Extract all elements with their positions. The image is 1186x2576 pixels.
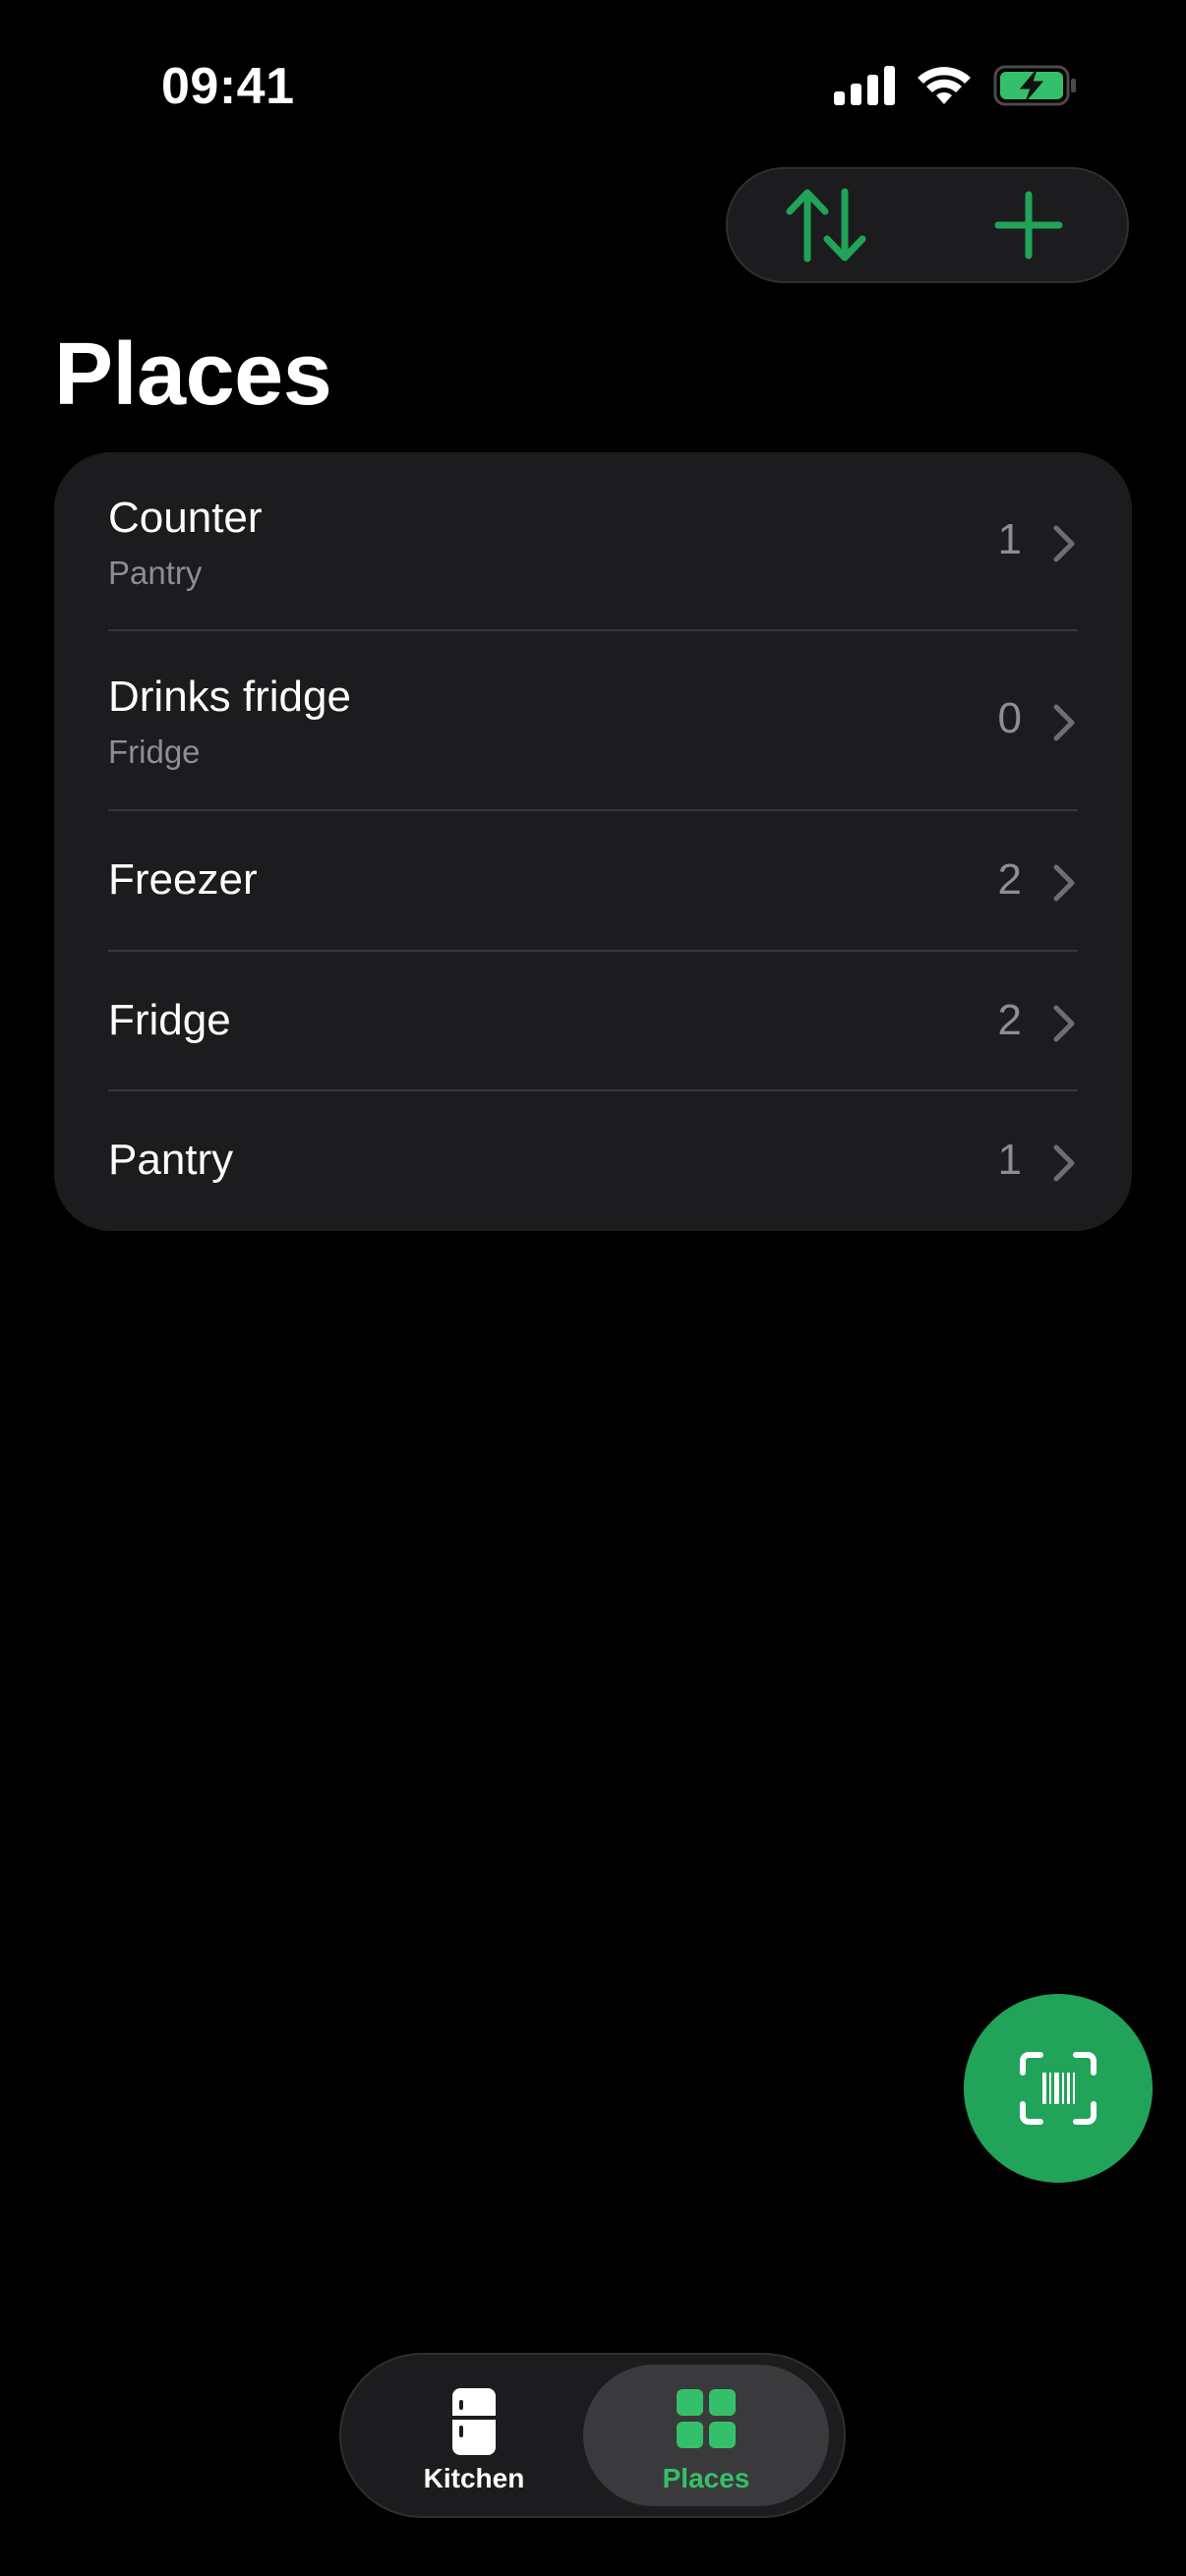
tab-label: Kitchen: [423, 2463, 525, 2493]
add-place-button[interactable]: [950, 169, 1107, 281]
barcode-scan-icon: [1020, 2052, 1097, 2125]
chevron-right-icon: [1053, 1144, 1075, 1182]
place-name: Pantry: [108, 1136, 234, 1184]
place-type: Fridge: [108, 733, 201, 770]
cellular-signal-icon: [834, 66, 895, 105]
chevron-right-icon: [1053, 864, 1075, 902]
list-item[interactable]: Fridge 2: [54, 952, 1132, 1091]
list-item[interactable]: Freezer 2: [54, 811, 1132, 952]
place-type: Pantry: [108, 555, 203, 591]
places-list: Counter Pantry 1 Drinks fridge Fridge 0 …: [54, 452, 1132, 1231]
list-item[interactable]: Drinks fridge Fridge 0: [54, 631, 1132, 811]
plus-icon: [994, 191, 1063, 260]
status-bar: 09:41: [0, 0, 1186, 167]
chevron-right-icon: [1053, 525, 1075, 562]
battery-charging-icon: [993, 65, 1076, 106]
tab-kitchen[interactable]: Kitchen: [351, 2365, 597, 2506]
wifi-icon: [918, 67, 971, 104]
page-title: Places: [54, 325, 332, 424]
item-count: 1: [997, 1136, 1022, 1184]
toolbar-actions: [726, 167, 1129, 283]
item-count: 2: [997, 855, 1022, 904]
item-count: 1: [997, 515, 1022, 563]
place-name: Freezer: [108, 855, 258, 904]
tab-bar: Kitchen Places: [339, 2353, 846, 2518]
list-item[interactable]: Counter Pantry 1: [54, 452, 1132, 631]
item-count: 2: [997, 996, 1022, 1044]
place-name: Fridge: [108, 996, 231, 1044]
tab-places[interactable]: Places: [583, 2365, 829, 2506]
place-name: Drinks fridge: [108, 673, 351, 721]
list-item[interactable]: Pantry 1: [54, 1091, 1132, 1231]
sort-button[interactable]: [747, 169, 905, 281]
place-name: Counter: [108, 494, 263, 542]
chevron-right-icon: [1053, 1005, 1075, 1042]
fridge-icon: [452, 2388, 496, 2455]
item-count: 0: [997, 694, 1022, 742]
arrow-up-down-icon: [786, 188, 866, 263]
status-icons: [834, 65, 1078, 106]
scan-barcode-button[interactable]: [964, 1994, 1153, 2183]
chevron-right-icon: [1053, 704, 1075, 741]
status-time: 09:41: [161, 58, 295, 115]
tab-label: Places: [662, 2463, 750, 2493]
grid-icon: [677, 2389, 736, 2448]
